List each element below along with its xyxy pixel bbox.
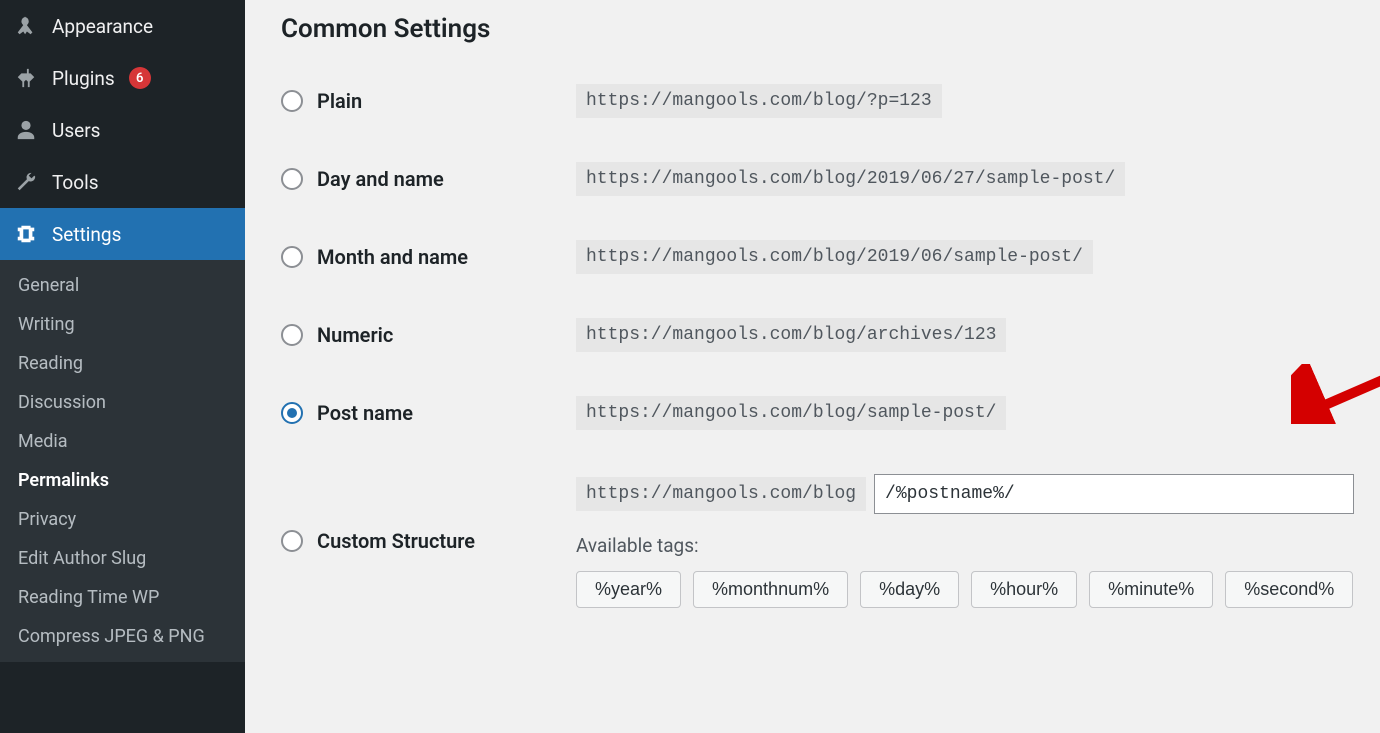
plugins-icon <box>14 66 38 90</box>
sidebar-item-label: Plugins <box>52 67 115 90</box>
tag-button-hour[interactable]: %hour% <box>971 571 1077 608</box>
radio-label-day-name[interactable]: Day and name <box>281 167 556 191</box>
plugins-update-badge: 6 <box>129 67 151 89</box>
example-url: https://mangools.com/blog/?p=123 <box>576 84 942 118</box>
option-plain: Plain https://mangools.com/blog/?p=123 <box>281 84 1354 118</box>
sidebar-item-plugins[interactable]: Plugins 6 <box>0 52 245 104</box>
available-tags-row: %year% %monthnum% %day% %hour% %minute% … <box>576 571 1354 608</box>
tag-button-second[interactable]: %second% <box>1225 571 1353 608</box>
tag-button-minute[interactable]: %minute% <box>1089 571 1213 608</box>
radio-label-plain[interactable]: Plain <box>281 89 556 113</box>
tag-button-year[interactable]: %year% <box>576 571 681 608</box>
option-label: Custom Structure <box>317 529 475 553</box>
sub-item-discussion[interactable]: Discussion <box>0 383 245 422</box>
main-content: Common Settings Plain https://mangools.c… <box>245 0 1380 733</box>
sub-item-writing[interactable]: Writing <box>0 305 245 344</box>
admin-sidebar: Appearance Plugins 6 Users Tools Setting… <box>0 0 245 733</box>
radio-post-name[interactable] <box>281 402 303 424</box>
sub-item-permalinks[interactable]: Permalinks <box>0 461 245 500</box>
available-tags-label: Available tags: <box>576 534 1354 557</box>
sidebar-item-label: Settings <box>52 223 121 246</box>
sub-item-reading-time-wp[interactable]: Reading Time WP <box>0 578 245 617</box>
users-icon <box>14 118 38 142</box>
sidebar-item-appearance[interactable]: Appearance <box>0 0 245 52</box>
tag-button-monthnum[interactable]: %monthnum% <box>693 571 848 608</box>
option-custom: Custom Structure https://mangools.com/bl… <box>281 474 1354 608</box>
example-url: https://mangools.com/blog/2019/06/27/sam… <box>576 162 1125 196</box>
option-post-name: Post name https://mangools.com/blog/samp… <box>281 396 1354 430</box>
sidebar-item-users[interactable]: Users <box>0 104 245 156</box>
annotation-arrow-icon <box>1291 364 1380 424</box>
radio-month-name[interactable] <box>281 246 303 268</box>
custom-structure-row: https://mangools.com/blog <box>576 474 1354 514</box>
sidebar-item-label: Tools <box>52 171 99 194</box>
sidebar-item-tools[interactable]: Tools <box>0 156 245 208</box>
sub-item-edit-author-slug[interactable]: Edit Author Slug <box>0 539 245 578</box>
sub-item-media[interactable]: Media <box>0 422 245 461</box>
sidebar-item-label: Users <box>52 119 100 142</box>
option-label: Numeric <box>317 323 393 347</box>
tools-icon <box>14 170 38 194</box>
sub-item-compress-jpeg-png[interactable]: Compress JPEG & PNG <box>0 617 245 656</box>
radio-numeric[interactable] <box>281 324 303 346</box>
sub-item-general[interactable]: General <box>0 266 245 305</box>
sub-item-reading[interactable]: Reading <box>0 344 245 383</box>
custom-base-url: https://mangools.com/blog <box>576 477 866 511</box>
option-day-name: Day and name https://mangools.com/blog/2… <box>281 162 1354 196</box>
radio-day-name[interactable] <box>281 168 303 190</box>
section-heading: Common Settings <box>281 14 1354 44</box>
option-label: Post name <box>317 401 413 425</box>
example-url: https://mangools.com/blog/sample-post/ <box>576 396 1006 430</box>
custom-structure-input[interactable] <box>874 474 1354 514</box>
radio-label-numeric[interactable]: Numeric <box>281 323 556 347</box>
radio-label-month-name[interactable]: Month and name <box>281 245 556 269</box>
sidebar-item-settings[interactable]: Settings <box>0 208 245 260</box>
sub-item-privacy[interactable]: Privacy <box>0 500 245 539</box>
example-url: https://mangools.com/blog/archives/123 <box>576 318 1006 352</box>
radio-label-post-name[interactable]: Post name <box>281 401 556 425</box>
appearance-icon <box>14 14 38 38</box>
option-label: Day and name <box>317 167 444 191</box>
radio-label-custom[interactable]: Custom Structure <box>281 529 556 553</box>
radio-custom[interactable] <box>281 530 303 552</box>
radio-plain[interactable] <box>281 90 303 112</box>
settings-submenu: General Writing Reading Discussion Media… <box>0 260 245 662</box>
option-label: Plain <box>317 89 362 113</box>
option-month-name: Month and name https://mangools.com/blog… <box>281 240 1354 274</box>
tag-button-day[interactable]: %day% <box>860 571 959 608</box>
settings-icon <box>14 222 38 246</box>
option-numeric: Numeric https://mangools.com/blog/archiv… <box>281 318 1354 352</box>
option-label: Month and name <box>317 245 468 269</box>
example-url: https://mangools.com/blog/2019/06/sample… <box>576 240 1093 274</box>
permalink-options: Plain https://mangools.com/blog/?p=123 D… <box>281 84 1354 608</box>
sidebar-item-label: Appearance <box>52 15 153 38</box>
